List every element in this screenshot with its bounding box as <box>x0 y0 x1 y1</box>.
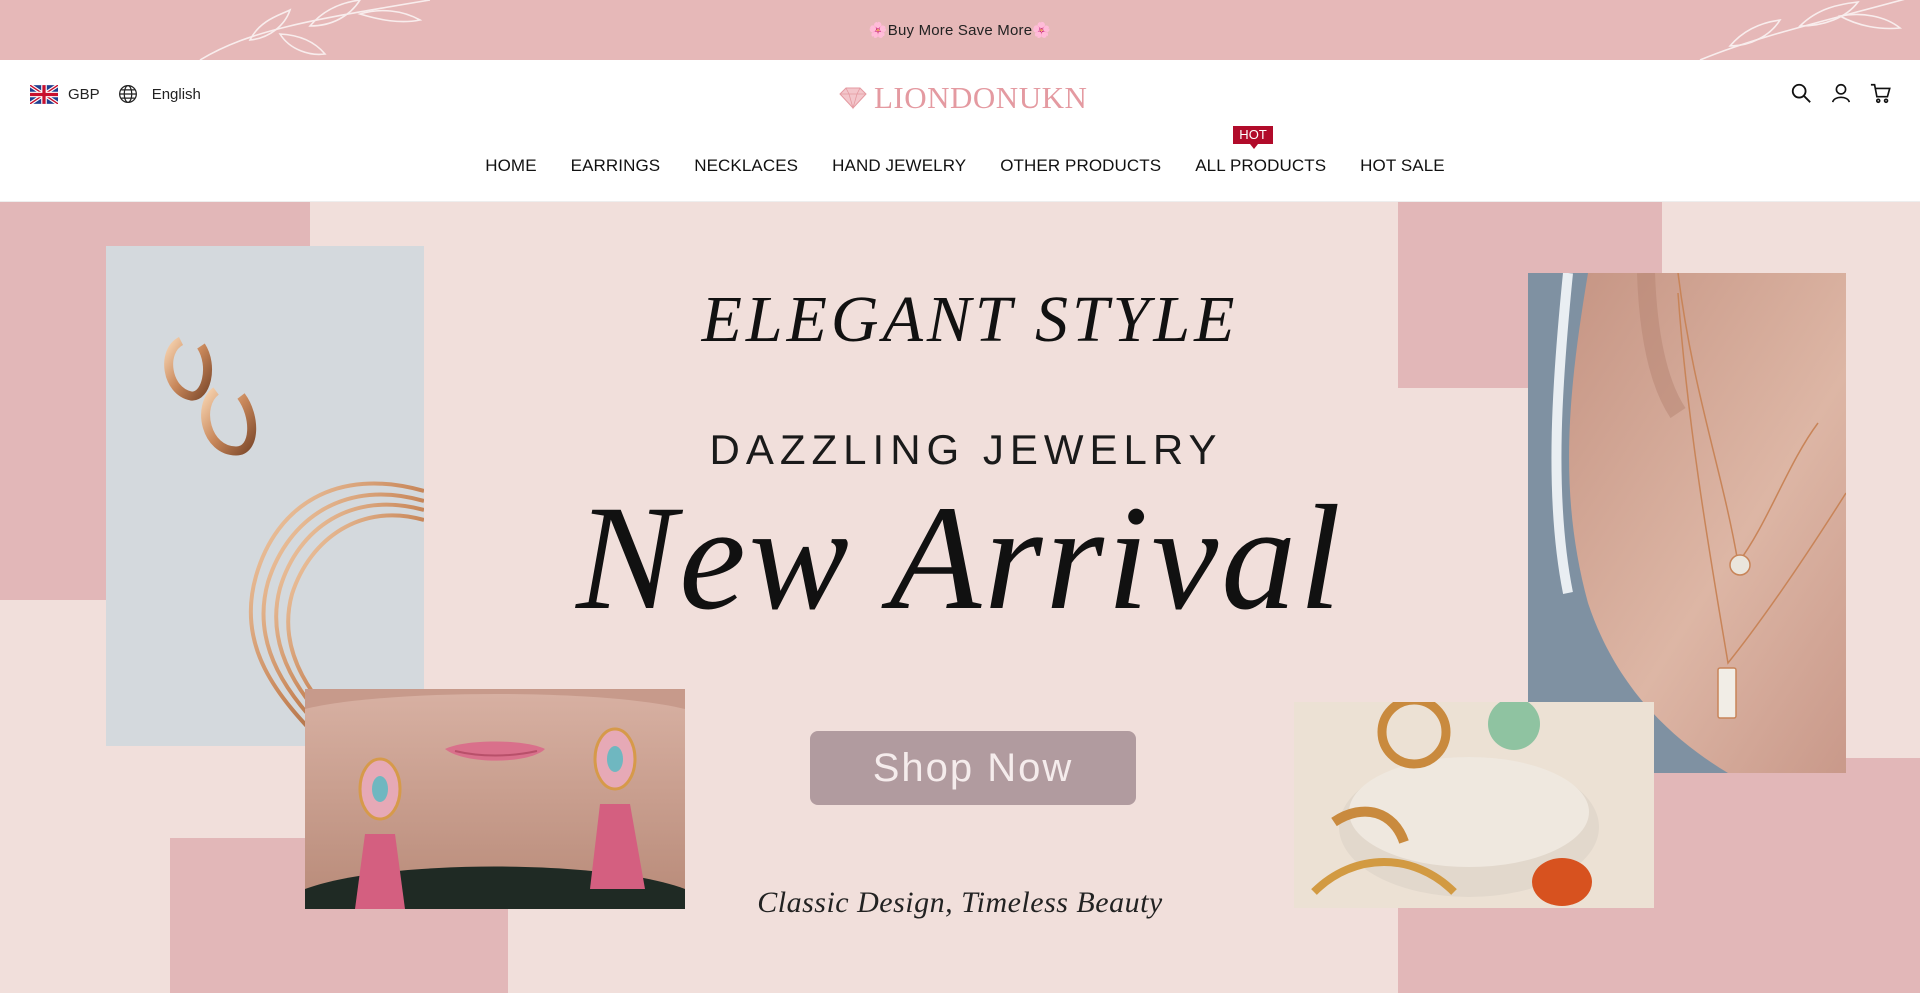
site-logo[interactable]: LIONDONUKN <box>838 78 1087 118</box>
announcement-bar: 🌸Buy More Save More🌸 <box>0 0 1920 60</box>
hero-headline: ELEGANT STYLE <box>701 283 1239 356</box>
globe-icon[interactable] <box>118 84 138 104</box>
nav-other-products[interactable]: OTHER PRODUCTS <box>1000 156 1161 176</box>
uk-flag-icon[interactable] <box>30 84 58 104</box>
nav-home[interactable]: HOME <box>485 156 536 176</box>
site-header: GBP English LIONDONUKN HOME EARRINGS NEC… <box>0 60 1920 202</box>
nav-all-products-label: ALL PRODUCTS <box>1195 156 1327 175</box>
diamond-icon <box>839 87 867 110</box>
locale-selector: GBP English <box>30 84 201 104</box>
nav-earrings[interactable]: EARRINGS <box>571 156 661 176</box>
hero-title: New Arrival <box>576 475 1344 641</box>
language-selector[interactable]: English <box>152 86 201 103</box>
cart-icon[interactable] <box>1870 82 1892 104</box>
tassel-earrings-photo[interactable] <box>305 689 685 909</box>
nav-all-products[interactable]: HOT ALL PRODUCTS <box>1195 126 1327 176</box>
hero-banner[interactable]: ELEGANT STYLE DAZZLING JEWELRY New Arriv… <box>0 202 1920 993</box>
rings-photo[interactable] <box>1294 702 1654 908</box>
currency-selector[interactable]: GBP <box>68 86 100 103</box>
hot-badge: HOT <box>1233 126 1273 149</box>
main-nav: HOME EARRINGS NECKLACES HAND JEWELRY OTH… <box>0 126 1920 176</box>
leaf-decoration <box>199 0 431 60</box>
account-icon[interactable] <box>1830 82 1852 104</box>
hero-tagline: Classic Design, Timeless Beauty <box>757 886 1163 919</box>
announcement-text: 🌸Buy More Save More🌸 <box>868 22 1052 39</box>
nav-hot-sale[interactable]: HOT SALE <box>1360 156 1445 176</box>
leaf-decoration <box>1699 0 1905 60</box>
hero-subheadline: DAZZLING JEWELRY <box>709 426 1223 473</box>
header-icons <box>1790 82 1892 104</box>
search-icon[interactable] <box>1790 82 1812 104</box>
nav-necklaces[interactable]: NECKLACES <box>694 156 798 176</box>
logo-text: LIONDONUKN <box>874 80 1088 115</box>
shop-now-button[interactable]: Shop Now <box>810 731 1136 805</box>
nav-hand-jewelry[interactable]: HAND JEWELRY <box>832 156 966 176</box>
